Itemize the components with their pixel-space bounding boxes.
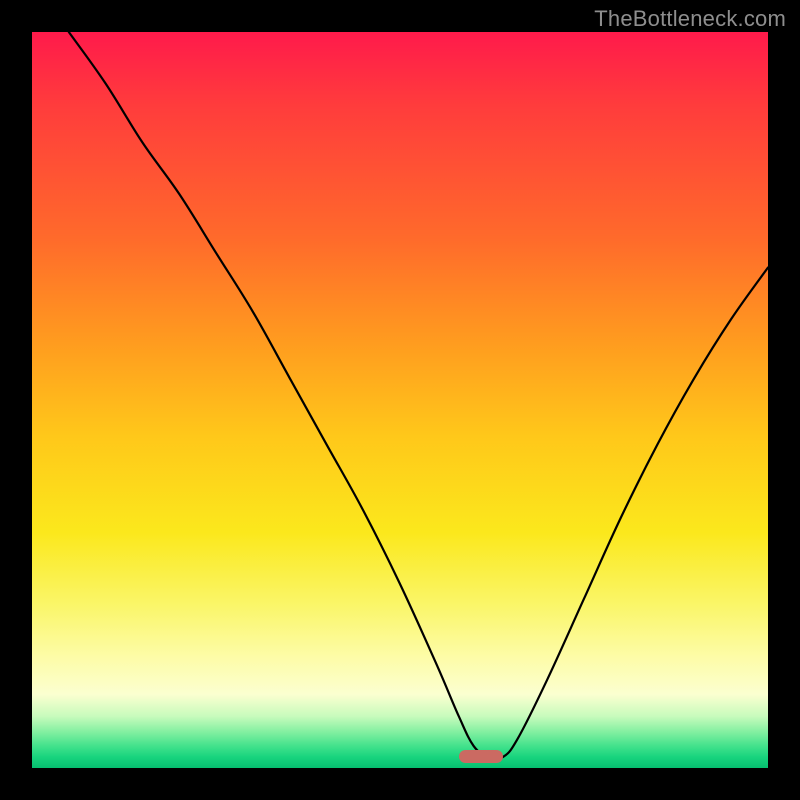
plot-area — [32, 32, 768, 768]
curve-layer — [32, 32, 768, 768]
watermark-text: TheBottleneck.com — [594, 6, 786, 32]
optimal-marker — [459, 750, 503, 763]
chart-frame: TheBottleneck.com — [0, 0, 800, 800]
bottleneck-curve — [69, 32, 768, 759]
